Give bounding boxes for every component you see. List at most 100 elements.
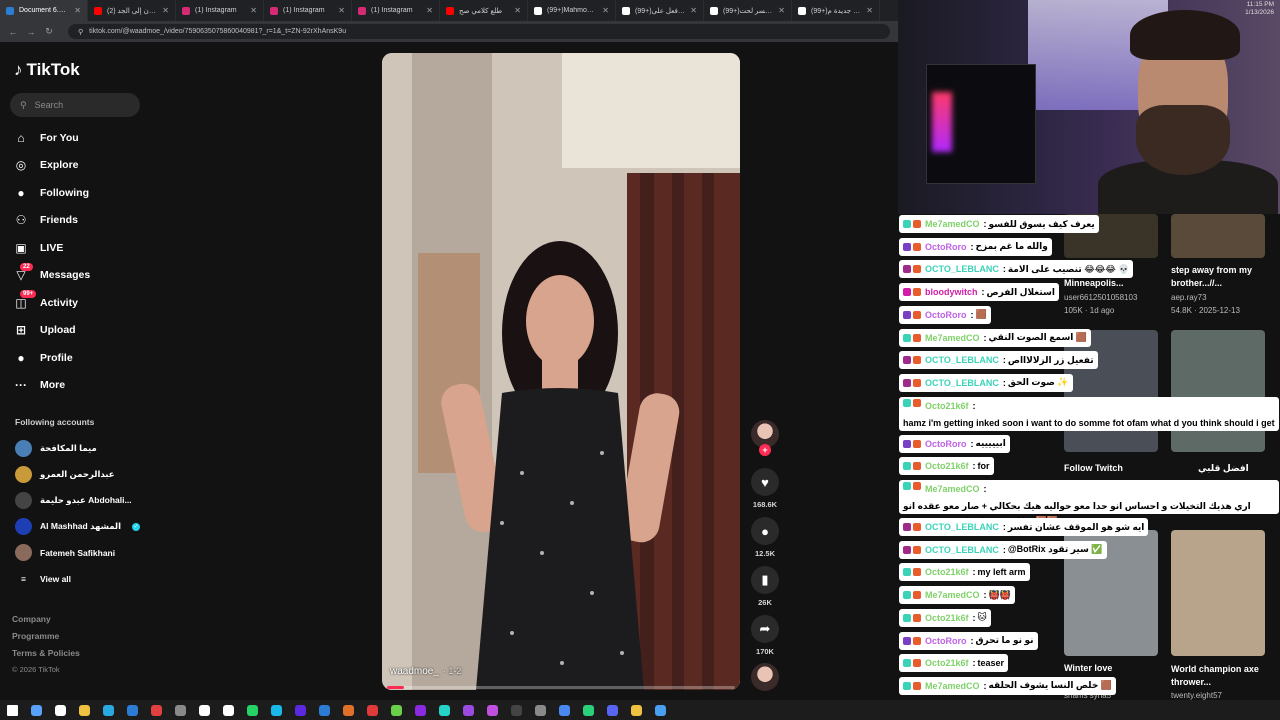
chat-username[interactable]: OctoRoro xyxy=(925,636,967,646)
chat-username[interactable]: OctoRoro xyxy=(925,310,967,320)
chat-username[interactable]: OctoRoro xyxy=(925,242,967,252)
reload-icon[interactable]: ↻ xyxy=(44,26,54,37)
site-info-icon[interactable]: ⚲ xyxy=(78,28,83,36)
taskbar-clock[interactable]: 11:15 PM 1/13/2026 xyxy=(1245,1,1274,17)
video-author[interactable]: waadmoe_ · 1-2 xyxy=(390,666,461,677)
tiktok-logo[interactable]: ♪ TikTok xyxy=(14,60,80,80)
video-thumbnail[interactable] xyxy=(1064,330,1158,452)
like-button[interactable]: ♥ 168.6K xyxy=(751,468,779,509)
browser-tab[interactable]: (1) Instagram ✕ xyxy=(264,0,352,21)
nav-item-profile[interactable]: ● Profile xyxy=(12,344,148,372)
search-input[interactable]: ⚲ Search xyxy=(10,93,140,117)
thumb-title[interactable]: step away from my brother...//... xyxy=(1171,264,1271,290)
taskbar-app-icon[interactable] xyxy=(504,700,528,720)
chat-username[interactable]: Me7amedCO xyxy=(925,219,980,229)
video-player[interactable] xyxy=(382,53,740,690)
chat-username[interactable]: Me7amedCO xyxy=(925,333,980,343)
tab-close-icon[interactable]: ✕ xyxy=(690,6,697,15)
taskbar-app-icon[interactable] xyxy=(216,700,240,720)
taskbar-app-icon[interactable] xyxy=(264,700,288,720)
browser-tab[interactable]: (99+)MahmoudKar... ✕ xyxy=(528,0,616,21)
taskbar-app-icon[interactable] xyxy=(120,700,144,720)
back-icon[interactable]: ← xyxy=(8,27,18,37)
chat-username[interactable]: OCTO_LEBLANC xyxy=(925,522,999,532)
video-progress-bar[interactable] xyxy=(387,686,735,689)
tab-close-icon[interactable]: ✕ xyxy=(250,6,257,15)
following-account[interactable]: عبدالرحمن العمرو xyxy=(15,466,145,483)
view-all-link[interactable]: ≡ View all xyxy=(15,574,145,584)
thumb-title[interactable]: Minneapolis... xyxy=(1064,278,1124,288)
chat-username[interactable]: Me7amedCO xyxy=(925,590,980,600)
taskbar-app-icon[interactable] xyxy=(552,700,576,720)
tab-close-icon[interactable]: ✕ xyxy=(74,6,81,15)
chat-username[interactable]: OCTO_LEBLANC xyxy=(925,355,999,365)
thumb-title[interactable]: World champion axe thrower... xyxy=(1171,663,1271,689)
forward-icon[interactable]: → xyxy=(26,27,36,37)
chat-username[interactable]: Me7amedCO xyxy=(925,482,980,497)
video-thumbnail[interactable] xyxy=(1171,214,1265,258)
nav-item-upload[interactable]: ⊞ Upload xyxy=(12,317,148,345)
taskbar-app-icon[interactable] xyxy=(432,700,456,720)
following-account[interactable]: ميما المكافحة xyxy=(15,440,145,457)
browser-tab[interactable]: (99+)ايه السر لحت... ✕ xyxy=(704,0,792,21)
chat-username[interactable]: Octo21k6f xyxy=(925,658,969,668)
comment-button[interactable]: ● 12.5K xyxy=(751,517,779,558)
save-button[interactable]: ▮ 26K xyxy=(751,566,779,607)
following-account[interactable]: Al Mashhad المشهد ✓ xyxy=(15,518,145,535)
nav-item-live[interactable]: ▣ LIVE xyxy=(12,234,148,262)
chat-username[interactable]: OCTO_LEBLANC xyxy=(925,378,999,388)
nav-item-friends[interactable]: ⚇ Friends xyxy=(12,207,148,235)
video-thumbnail[interactable] xyxy=(1171,530,1265,656)
chat-username[interactable]: Me7amedCO xyxy=(925,681,980,691)
nav-item-more[interactable]: ··· More xyxy=(12,372,148,400)
chat-username[interactable]: OCTO_LEBLANC xyxy=(925,264,999,274)
share-button[interactable]: ➦ 170K xyxy=(751,615,779,656)
url-field[interactable]: ⚲ tiktok.com/@waadmoe_/video/75906350758… xyxy=(68,24,890,39)
taskbar-app-icon[interactable] xyxy=(312,700,336,720)
thumb-user[interactable]: aep.ray73 xyxy=(1171,293,1207,302)
taskbar-app-icon[interactable] xyxy=(168,700,192,720)
chat-username[interactable]: Octo21k6f xyxy=(925,461,969,471)
nav-item-for-you[interactable]: ⌂ For You xyxy=(12,124,148,152)
tab-close-icon[interactable]: ✕ xyxy=(426,6,433,15)
nav-item-activity[interactable]: ◫ Activity 99+ xyxy=(12,289,148,317)
footer-link[interactable]: Terms & Policies xyxy=(12,648,80,658)
nav-item-messages[interactable]: ▽ Messages 22 xyxy=(12,262,148,290)
next-creator-avatar[interactable] xyxy=(751,663,779,691)
taskbar-app-icon[interactable] xyxy=(192,700,216,720)
footer-link[interactable]: Company xyxy=(12,614,51,624)
browser-tab[interactable]: (99+)فكرة جديدة م... ✕ xyxy=(792,0,880,21)
browser-tab[interactable]: (2) من إيران إلى الجد... ✕ xyxy=(88,0,176,21)
footer-link[interactable]: Programme xyxy=(12,631,59,641)
tab-close-icon[interactable]: ✕ xyxy=(602,6,609,15)
video-thumbnail[interactable] xyxy=(1171,330,1265,452)
chat-username[interactable]: Octo21k6f xyxy=(925,567,969,577)
taskbar-app-icon[interactable] xyxy=(408,700,432,720)
tab-close-icon[interactable]: ✕ xyxy=(338,6,345,15)
taskbar-app-icon[interactable] xyxy=(96,700,120,720)
thumb-user[interactable]: user6612501058103 xyxy=(1064,293,1137,302)
browser-tab[interactable]: Document 6.docx ✕ xyxy=(0,0,88,21)
following-account[interactable]: عبدو حليمة Abdohali... xyxy=(15,492,145,509)
tab-close-icon[interactable]: ✕ xyxy=(162,6,169,15)
tab-close-icon[interactable]: ✕ xyxy=(866,6,873,15)
taskbar-app-icon[interactable] xyxy=(360,700,384,720)
thumb-user[interactable]: twenty.eight57 xyxy=(1171,691,1222,700)
taskbar-app-icon[interactable] xyxy=(48,700,72,720)
taskbar-app-icon[interactable] xyxy=(336,700,360,720)
taskbar-search-icon[interactable] xyxy=(24,700,48,720)
tab-close-icon[interactable]: ✕ xyxy=(514,6,521,15)
taskbar-app-icon[interactable] xyxy=(288,700,312,720)
browser-tab[interactable]: (99+)ردود فعل على... ✕ xyxy=(616,0,704,21)
taskbar-app-icon[interactable] xyxy=(624,700,648,720)
start-icon[interactable] xyxy=(0,700,24,720)
taskbar-app-icon[interactable] xyxy=(576,700,600,720)
taskbar-app-icon[interactable] xyxy=(240,700,264,720)
taskbar-app-icon[interactable] xyxy=(72,700,96,720)
taskbar-app-icon[interactable] xyxy=(384,700,408,720)
chat-username[interactable]: bloodywitch xyxy=(925,287,978,297)
follow-plus-icon[interactable]: + xyxy=(759,444,771,456)
browser-tab[interactable]: (1) Instagram ✕ xyxy=(352,0,440,21)
tab-close-icon[interactable]: ✕ xyxy=(778,6,785,15)
thumb-title[interactable]: Follow Twitch xyxy=(1064,463,1123,473)
